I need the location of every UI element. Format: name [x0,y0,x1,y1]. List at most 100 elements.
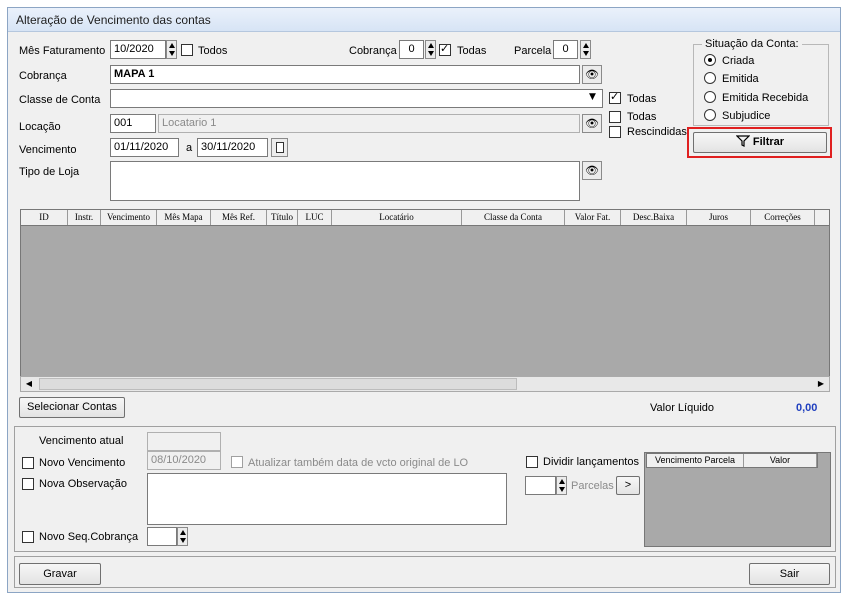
grid-col-vencimento[interactable]: Vencimento [101,210,157,225]
locacao-code-input[interactable]: 001 [110,114,156,133]
parcelas-col-vencimento[interactable]: Vencimento Parcela [647,454,744,467]
mes-faturamento-label: Mês Faturamento [19,45,106,57]
dividir-checkbox[interactable] [526,456,538,468]
parcelas-col-valor[interactable]: Valor [744,454,817,467]
classe-conta-select[interactable] [110,89,603,108]
novo-seq-input[interactable] [147,527,177,546]
valor-liquido-value: 0,00 [796,402,818,414]
radio-emitida-label: Emitida [722,73,759,85]
parcela-input[interactable]: 0 [553,40,578,59]
grid-col-mes-mapa[interactable]: Mês Mapa [157,210,211,225]
cobranca-label: Cobrança [19,70,67,82]
parcelas-input[interactable] [525,476,556,495]
grid-col-id[interactable]: ID [21,210,68,225]
novo-seq-label: Novo Seq.Cobrança [39,531,139,543]
todas-locacao-checkbox[interactable] [609,111,621,123]
gravar-button[interactable]: Gravar [19,563,101,585]
filtrar-button[interactable]: Filtrar [693,132,827,153]
mes-faturamento-spinner[interactable] [166,40,177,59]
calendar-button[interactable] [271,138,288,157]
grid-col-luc[interactable]: LUC [298,210,332,225]
situacao-title: Situação da Conta: [702,38,802,50]
vencimento-atual-input [147,432,221,451]
grid-col-correcoes[interactable]: Correções [751,210,815,225]
binoculars-icon[interactable]: 👁 [582,161,602,180]
parcelas-go-button[interactable]: > [616,476,640,495]
todas-locacao-label: Todas [627,111,657,123]
tipo-loja-label: Tipo de Loja [19,166,80,178]
novo-vencimento-checkbox[interactable] [22,457,34,469]
cobranca-num-spinner[interactable] [425,40,436,59]
rescindidas-checkbox[interactable] [609,126,621,138]
todas-classe-checkbox[interactable] [609,90,621,104]
grid-col-titulo[interactable]: Título [267,210,298,225]
filter-icon [735,135,751,147]
tipo-loja-list[interactable] [110,161,580,201]
nova-observacao-label: Nova Observação [39,478,128,490]
todas-cobranca-label: Todas [457,45,487,57]
grid-col-desc-baixa[interactable]: Desc.Baixa [621,210,687,225]
grid-body[interactable] [20,226,830,376]
valor-liquido-label: Valor Líquido [650,402,715,414]
dividir-label: Dividir lançamentos [543,456,639,468]
parcela-spinner[interactable] [580,40,591,59]
scrollbar-thumb[interactable] [39,378,517,390]
mes-faturamento-input[interactable]: 10/2020 [110,40,166,59]
novo-seq-spinner[interactable] [177,527,188,546]
radio-emitida[interactable] [704,72,716,84]
parcelas-spinner[interactable] [556,476,567,495]
vencimento-atual-label: Vencimento atual [39,435,124,447]
window-title: Alteração de Vencimento das contas [16,13,211,27]
novo-seq-checkbox[interactable] [22,531,34,543]
radio-criada-label: Criada [722,55,755,67]
scroll-right-icon[interactable]: ▶ [814,378,828,390]
parcela-label: Parcela [514,45,552,57]
vencimento-label: Vencimento [19,144,77,156]
title-bar: Alteração de Vencimento das contas [8,8,840,32]
sair-button[interactable]: Sair [749,563,830,585]
todos-checkbox[interactable] [181,44,193,56]
cobranca-num-label: Cobrança [349,45,397,57]
novo-vencimento-input: 08/10/2020 [147,451,221,470]
radio-subjudice-label: Subjudice [722,110,771,122]
todas-cobranca-checkbox[interactable] [439,42,451,56]
radio-emitida-recebida[interactable] [704,91,716,103]
parcelas-label: Parcelas [571,480,614,492]
locacao-name-input: Locatario 1 [158,114,580,133]
selecionar-contas-button[interactable]: Selecionar Contas [19,397,125,418]
radio-emitida-recebida-label: Emitida Recebida [722,92,809,104]
horizontal-scrollbar[interactable]: ◀ ▶ [20,376,830,392]
grid-col-valor-fat[interactable]: Valor Fat. [565,210,621,225]
grid-col-locatario[interactable]: Locatário [332,210,462,225]
grid-col-instr[interactable]: Instr. [68,210,101,225]
vencimento-from-input[interactable]: 01/11/2020 [110,138,179,157]
parcelas-grid-header: Vencimento Parcela Valor [646,453,818,468]
vencimento-sep: a [186,142,193,154]
grid-col-juros[interactable]: Juros [687,210,751,225]
chevron-down-icon[interactable]: ▼ [589,92,596,102]
atualizar-checkbox[interactable] [231,456,243,468]
grid-col-classe-conta[interactable]: Classe da Conta [462,210,565,225]
nova-observacao-textarea[interactable] [147,473,507,525]
vencimento-to-input[interactable]: 30/11/2020 [197,138,268,157]
nova-observacao-checkbox[interactable] [22,478,34,490]
grid-header: ID Instr. Vencimento Mês Mapa Mês Ref. T… [20,209,830,226]
binoculars-icon[interactable]: 👁 [582,114,602,133]
radio-subjudice[interactable] [704,109,716,121]
atualizar-label: Atualizar também data de vcto original d… [248,457,469,469]
document-icon [276,142,284,153]
todas-classe-label: Todas [627,93,657,105]
novo-vencimento-label: Novo Vencimento [39,457,126,469]
footer-panel [14,556,836,588]
todos-label: Todos [198,45,228,57]
filtrar-label: Filtrar [752,136,785,148]
cobranca-input[interactable]: MAPA 1 [110,65,580,84]
scroll-left-icon[interactable]: ◀ [22,378,36,390]
rescindidas-label: Rescindidas [627,126,687,138]
classe-conta-label: Classe de Conta [19,94,101,106]
radio-criada[interactable] [704,54,716,66]
cobranca-num-input[interactable]: 0 [399,40,424,59]
grid-col-mes-ref[interactable]: Mês Ref. [211,210,267,225]
binoculars-icon[interactable]: 👁 [582,65,602,84]
locacao-label: Locação [19,121,61,133]
